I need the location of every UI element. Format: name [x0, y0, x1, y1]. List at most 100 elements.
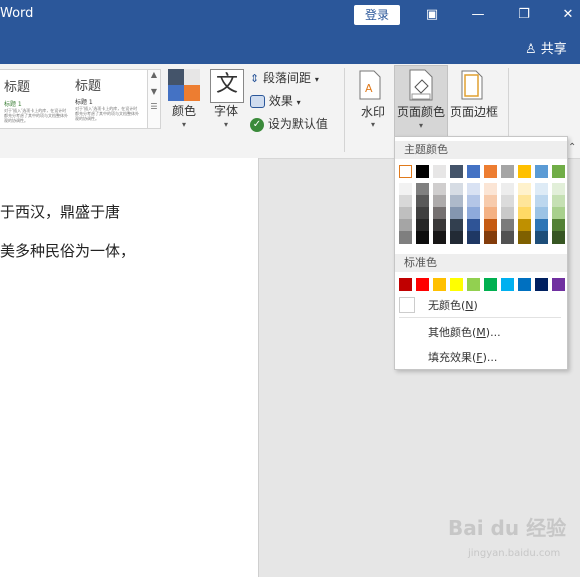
page-border-label: 页面边框 [449, 105, 498, 119]
restore-icon[interactable]: ❐ [512, 3, 536, 27]
chevron-down-icon: ▾ [223, 120, 228, 129]
theme-color-swatch[interactable] [518, 165, 531, 178]
more-colors-label: 其他颜色( [428, 326, 477, 339]
scroll-up-icon[interactable]: ▲ [148, 70, 160, 79]
theme-shade-swatch[interactable] [501, 231, 514, 244]
no-color-icon [399, 297, 415, 313]
theme-colors-heading: 主题颜色 [395, 141, 567, 159]
standard-color-swatch[interactable] [399, 278, 412, 291]
set-default-button[interactable]: ✓ 设为默认值 [250, 115, 328, 132]
collapse-ribbon-icon[interactable]: ⌃ [568, 142, 576, 153]
theme-colors-icon [168, 69, 200, 101]
colors-button[interactable] [168, 69, 200, 101]
document-line: 于西汉，鼎盛于唐 [0, 203, 121, 221]
standard-color-swatch[interactable] [501, 278, 514, 291]
theme-color-swatch[interactable] [501, 165, 514, 178]
standard-color-swatch[interactable] [518, 278, 531, 291]
page-color-button[interactable]: 页面颜色 ▾ [394, 65, 448, 137]
fill-effects-item[interactable]: 填充效果(F)... [428, 349, 497, 365]
minimize-icon[interactable]: — [466, 3, 490, 27]
standard-colors-heading: 标准色 [395, 254, 567, 272]
chevron-down-icon: ▾ [314, 75, 319, 84]
theme-shade-swatch[interactable] [535, 231, 548, 244]
standard-color-swatch[interactable] [467, 278, 480, 291]
app-title: Word [0, 6, 34, 21]
page-color-label: 页面颜色 [396, 105, 445, 119]
fonts-icon[interactable]: 文 [210, 69, 244, 103]
gallery-expand-icon[interactable]: ☰ [148, 102, 160, 111]
page-border-button[interactable] [460, 70, 486, 102]
theme-shade-swatch[interactable] [518, 231, 531, 244]
svg-text:A: A [365, 82, 373, 95]
group-separator [344, 68, 345, 152]
fonts-label[interactable]: 字体 [208, 102, 244, 119]
no-color-label: 无颜色( [428, 299, 466, 312]
title-bar [0, 0, 580, 64]
checkmark-icon: ✓ [250, 117, 264, 132]
no-color-paren: ) [473, 299, 478, 312]
style-thumb-body: 对于'插入'选项卡上的库，在设计时都充分考虑了其中的项与文档整体外观的协调性。 [4, 108, 68, 123]
standard-color-swatch[interactable] [433, 278, 446, 291]
style-thumb-body: 对于'插入'选项卡上的库，在设计时都充分考虑了其中的项与文档整体外观的协调性。 [75, 106, 139, 121]
style-gallery[interactable]: 标题 标题 1 对于'插入'选项卡上的库，在设计时都充分考虑了其中的项与文档整体… [0, 69, 148, 129]
page-color-icon [409, 69, 433, 101]
page-color-dropdown: 主题颜色 标准色 无颜色(N) 其他颜色(M)... 填充效果(F)... [394, 136, 568, 370]
person-icon: ♙ [525, 42, 537, 57]
standard-color-swatch[interactable] [535, 278, 548, 291]
page-border-icon [461, 70, 483, 100]
no-color-item[interactable]: 无颜色(N) [428, 297, 478, 313]
more-colors-ellipsis: )... [485, 326, 501, 339]
paragraph-spacing-label: 段落间距 [263, 71, 312, 85]
effects-button[interactable]: 效果 ▾ [250, 92, 301, 109]
style-thumb-heading: 标题 [4, 80, 31, 95]
theme-color-swatch[interactable] [399, 165, 412, 178]
chevron-down-icon: ▾ [370, 120, 375, 129]
watermark-icon: A [359, 70, 381, 100]
theme-color-swatch[interactable] [552, 165, 565, 178]
watermark-label: 水印 [360, 105, 385, 119]
theme-shade-swatch[interactable] [399, 231, 412, 244]
theme-color-swatch[interactable] [484, 165, 497, 178]
document-line: 美多种民俗为一体， [0, 242, 136, 260]
share-label: 共享 [540, 42, 567, 57]
scroll-down-icon[interactable]: ▼ [148, 87, 160, 96]
colors-label: 颜色 [171, 104, 196, 118]
close-icon[interactable]: ✕ [556, 3, 580, 27]
watermark-button[interactable]: A [358, 70, 386, 102]
baidu-watermark-logo: Bai du 经验 [448, 516, 567, 540]
theme-shade-swatch[interactable] [450, 231, 463, 244]
standard-color-swatch[interactable] [416, 278, 429, 291]
paragraph-spacing-button[interactable]: ⇕ 段落间距 ▾ [250, 69, 319, 86]
style-thumb-2[interactable]: 标题 标题 1 对于'插入'选项卡上的库，在设计时都充分考虑了其中的项与文档整体… [75, 75, 141, 121]
standard-color-swatch[interactable] [552, 278, 565, 291]
style-thumb-sub: 标题 1 [75, 99, 93, 106]
standard-color-swatch[interactable] [484, 278, 497, 291]
style-thumb-1[interactable]: 标题 标题 1 对于'插入'选项卡上的库，在设计时都充分考虑了其中的项与文档整体… [4, 76, 70, 123]
effects-icon [250, 95, 265, 108]
theme-color-swatch[interactable] [416, 165, 429, 178]
theme-shade-swatch[interactable] [416, 231, 429, 244]
fill-effects-ellipsis: )... [482, 351, 498, 364]
chevron-down-icon: ▾ [418, 121, 423, 130]
theme-shade-swatch[interactable] [433, 231, 446, 244]
chevron-down-icon: ▾ [296, 98, 301, 107]
more-colors-item[interactable]: 其他颜色(M)... [428, 324, 501, 340]
theme-shade-swatch[interactable] [552, 231, 565, 244]
standard-color-swatch[interactable] [450, 278, 463, 291]
theme-shade-swatch[interactable] [467, 231, 480, 244]
share-button[interactable]: ♙ 共享 [525, 38, 567, 57]
theme-color-swatch[interactable] [535, 165, 548, 178]
theme-color-swatch[interactable] [450, 165, 463, 178]
chevron-down-icon: ▾ [181, 120, 186, 129]
effects-label: 效果 [268, 94, 293, 108]
theme-color-swatch[interactable] [433, 165, 446, 178]
theme-color-swatch[interactable] [467, 165, 480, 178]
gallery-scroll[interactable]: ▲ ▼ ☰ [147, 69, 161, 129]
no-color-accesskey: N [465, 299, 474, 312]
menu-divider [399, 317, 561, 318]
login-button[interactable]: 登录 [354, 5, 400, 25]
style-thumb-heading: 标题 [75, 79, 102, 94]
paragraph-spacing-icon: ⇕ [250, 72, 260, 85]
ribbon-display-options-icon[interactable]: ▣ [420, 3, 444, 27]
theme-shade-swatch[interactable] [484, 231, 497, 244]
